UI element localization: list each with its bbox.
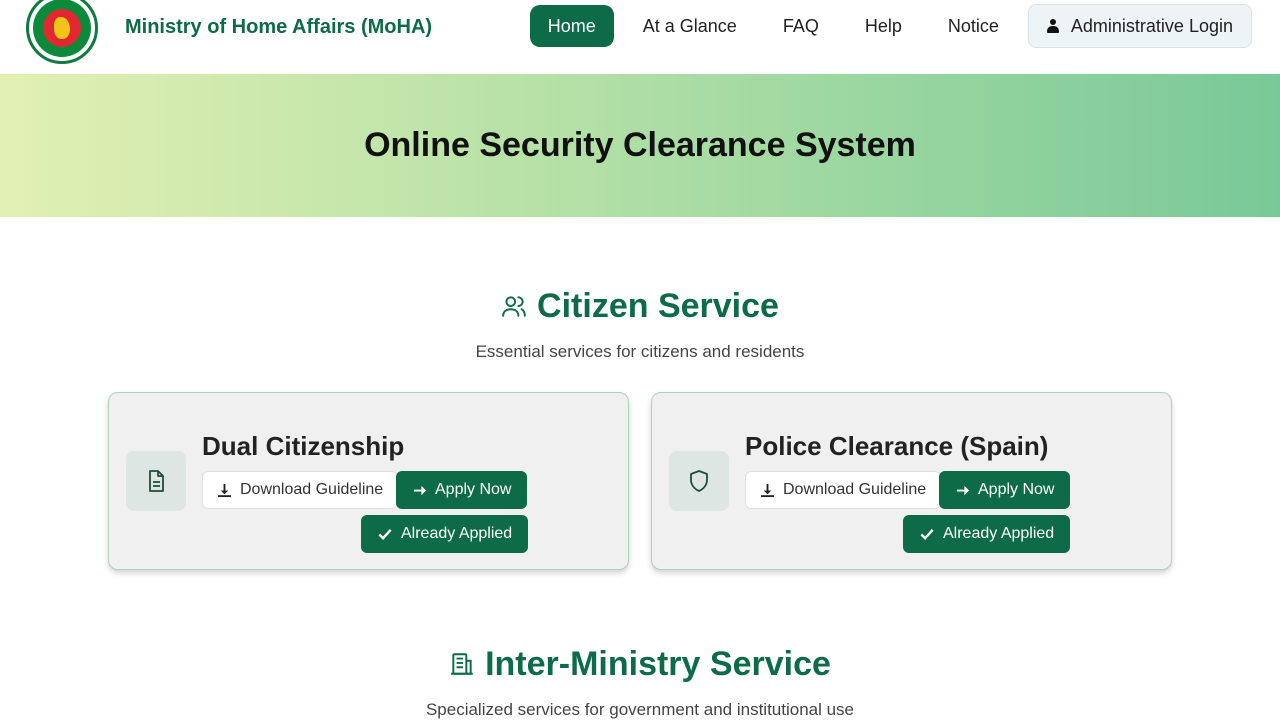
- arrow-right-icon: [955, 483, 970, 498]
- citizen-service-title: Citizen Service: [537, 286, 779, 325]
- inter-ministry-service-subtitle: Specialized services for government and …: [425, 700, 855, 719]
- card-title: Dual Citizenship: [202, 431, 405, 461]
- citizen-service-subtitle: Essential services for citizens and resi…: [475, 342, 805, 361]
- already-applied-label: Already Applied: [943, 525, 1055, 542]
- download-icon: [760, 483, 775, 498]
- check-icon: [377, 527, 393, 542]
- apply-now-label: Apply Now: [978, 481, 1055, 498]
- nav-help[interactable]: Help: [842, 5, 925, 47]
- login-label: Administrative Login: [1070, 15, 1233, 36]
- inter-ministry-service-heading: Inter-Ministry Service: [0, 642, 1280, 686]
- site-header: Ministry of Home Affairs (MoHA) Home At …: [0, 0, 1280, 74]
- user-icon: [1046, 19, 1059, 33]
- apply-now-label: Apply Now: [435, 481, 512, 498]
- brand-title[interactable]: Ministry of Home Affairs (MoHA): [125, 16, 432, 39]
- inter-ministry-service-title: Inter-Ministry Service: [485, 644, 831, 683]
- already-applied-button[interactable]: Already Applied: [903, 515, 1071, 553]
- apply-now-button[interactable]: Apply Now: [396, 471, 528, 509]
- download-guideline-button[interactable]: Download Guideline: [745, 471, 942, 509]
- download-icon: [217, 483, 232, 498]
- nav-notice[interactable]: Notice: [925, 5, 1022, 47]
- nav-at-a-glance[interactable]: At a Glance: [620, 5, 760, 47]
- download-guideline-label: Download Guideline: [783, 481, 927, 498]
- already-applied-label: Already Applied: [401, 525, 513, 542]
- check-icon: [919, 527, 935, 542]
- administrative-login-button[interactable]: Administrative Login: [1027, 4, 1252, 48]
- shield-icon: [669, 451, 729, 511]
- main-nav: Home At a Glance FAQ Help Notice Adminis…: [529, 4, 1252, 48]
- citizen-service-heading: Citizen Service: [0, 284, 1280, 328]
- nav-home[interactable]: Home: [529, 5, 614, 47]
- service-card-dual-citizenship: Dual Citizenship Download Guideline Appl…: [108, 392, 629, 570]
- building-icon: [449, 651, 475, 677]
- service-card-police-clearance: Police Clearance (Spain) Download Guidel…: [651, 392, 1172, 570]
- nav-faq[interactable]: FAQ: [760, 5, 842, 47]
- hero-banner: Online Security Clearance System: [0, 74, 1280, 217]
- card-title: Police Clearance (Spain): [745, 431, 1049, 461]
- government-seal-logo[interactable]: [26, 0, 98, 64]
- page-title: Online Security Clearance System: [364, 126, 916, 164]
- apply-now-button[interactable]: Apply Now: [939, 471, 1071, 509]
- arrow-right-icon: [412, 483, 427, 498]
- download-guideline-label: Download Guideline: [240, 481, 384, 498]
- already-applied-button[interactable]: Already Applied: [361, 515, 529, 553]
- document-icon: [126, 451, 186, 511]
- download-guideline-button[interactable]: Download Guideline: [202, 471, 399, 509]
- users-icon: [501, 293, 527, 319]
